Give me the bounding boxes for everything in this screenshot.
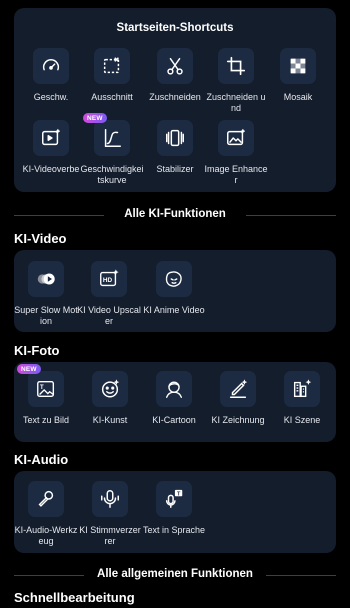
- tool-ai-audio-tool[interactable]: KI-Audio-Werkzeug: [14, 481, 78, 547]
- home-shortcuts-title: Startseiten-Shortcuts: [116, 22, 234, 34]
- audio-tool-icon: [28, 481, 64, 517]
- home-shortcuts-card: Startseiten-Shortcuts Geschw. Ausschnitt…: [14, 8, 336, 192]
- mosaic-icon: [280, 48, 316, 84]
- ai-photo-card: NEW T Text zu Bild KI-Kunst KI-Cartoon K…: [14, 362, 336, 442]
- image-enhancer-icon: [218, 120, 254, 156]
- crop-icon: [218, 48, 254, 84]
- speedometer-icon: [33, 48, 69, 84]
- tool-label: Mosaik: [283, 92, 313, 102]
- scissors-icon: [157, 48, 193, 84]
- tool-label: KI-Kunst: [92, 415, 128, 425]
- tool-label: KI Szene: [283, 415, 321, 425]
- tool-mosaic[interactable]: Mosaik: [266, 48, 330, 114]
- tool-label: KI Video Upscaler: [77, 305, 141, 326]
- tool-trim[interactable]: Zuschneiden: [143, 48, 207, 114]
- svg-text:HD: HD: [103, 277, 113, 284]
- tool-ai-art[interactable]: KI-Kunst: [78, 371, 142, 437]
- tool-ai-anime-video[interactable]: KI Anime Video: [142, 261, 206, 327]
- drawing-icon: [220, 371, 256, 407]
- tool-label: Stabilizer: [156, 164, 194, 174]
- tool-label: KI-Cartoon: [152, 415, 196, 425]
- crop-selection-icon: [94, 48, 130, 84]
- voice-changer-icon: [92, 481, 128, 517]
- tool-ai-video-enhance[interactable]: KI-Videoverbe: [19, 120, 83, 186]
- quick-edit-heading: Schnellbearbeitung: [14, 590, 135, 605]
- ai-audio-card: KI-Audio-Werkzeug KI Stimmverzerrer T Te…: [14, 471, 336, 553]
- tool-label: KI-Videoverbe: [22, 164, 80, 174]
- all-general-functions-label: Alle allgemeinen Funktionen: [91, 568, 259, 580]
- all-ai-functions-divider[interactable]: Alle KI-Funktionen: [14, 208, 336, 222]
- tool-label: KI Stimmverzerrer: [79, 525, 141, 546]
- scene-icon: [284, 371, 320, 407]
- slow-motion-icon: [28, 261, 64, 297]
- ai-audio-heading: KI-Audio: [14, 452, 69, 467]
- tool-label: Geschw.: [33, 92, 69, 102]
- all-general-functions-divider[interactable]: Alle allgemeinen Funktionen: [14, 568, 336, 582]
- tool-label: Zuschneiden: [149, 92, 201, 102]
- tool-label: Geschwindigkeitskurve: [80, 164, 144, 185]
- tool-text-to-image[interactable]: NEW T Text zu Bild: [14, 364, 78, 437]
- tool-crop[interactable]: Zuschneiden und: [204, 48, 268, 114]
- tool-ai-scene[interactable]: KI Szene: [270, 371, 334, 437]
- tool-ai-drawing[interactable]: KI Zeichnung: [206, 371, 270, 437]
- cartoon-icon: [156, 371, 192, 407]
- text-to-speech-icon: T: [156, 481, 192, 517]
- all-ai-functions-label: Alle KI-Funktionen: [118, 208, 232, 220]
- ai-video-card: Super Slow Motion HD KI Video Upscaler K…: [14, 250, 336, 332]
- tool-ai-cartoon[interactable]: KI-Cartoon: [142, 371, 206, 437]
- ai-video-heading: KI-Video: [14, 231, 67, 246]
- tool-label: Text in Sprache: [142, 525, 206, 535]
- text-to-image-icon: NEW T: [17, 364, 64, 407]
- speed-curve-icon: NEW: [83, 113, 130, 156]
- ai-photo-heading: KI-Foto: [14, 343, 60, 358]
- tool-label: Text zu Bild: [22, 415, 70, 425]
- ai-art-face-icon: [92, 371, 128, 407]
- tool-text-to-speech[interactable]: T Text in Sprache: [142, 481, 206, 547]
- anime-icon: [156, 261, 192, 297]
- tool-cutout[interactable]: Ausschnitt: [80, 48, 144, 114]
- hd-upscaler-icon: HD: [91, 261, 127, 297]
- stabilizer-icon: [157, 120, 193, 156]
- new-badge: NEW: [83, 113, 107, 123]
- tool-ai-video-upscaler[interactable]: HD KI Video Upscaler: [77, 261, 141, 327]
- tool-stabilizer[interactable]: Stabilizer: [143, 120, 207, 186]
- tool-label: Super Slow Motion: [14, 305, 78, 326]
- new-badge: NEW: [17, 364, 41, 374]
- tool-label: KI Zeichnung: [211, 415, 265, 425]
- tool-label: KI Anime Video: [143, 305, 205, 315]
- tool-label: Zuschneiden und: [206, 92, 266, 113]
- ai-video-enhance-icon: [33, 120, 69, 156]
- tool-speed-curve[interactable]: NEW Geschwindigkeitskurve: [80, 113, 144, 186]
- tool-speed[interactable]: Geschw.: [19, 48, 83, 114]
- tool-label: Ausschnitt: [91, 92, 133, 102]
- tool-super-slow-motion[interactable]: Super Slow Motion: [14, 261, 78, 327]
- tool-ai-voice-changer[interactable]: KI Stimmverzerrer: [78, 481, 142, 547]
- tool-label: KI-Audio-Werkzeug: [14, 525, 78, 546]
- tool-image-enhancer[interactable]: Image Enhancer: [204, 120, 268, 186]
- tool-label: Image Enhancer: [204, 164, 268, 185]
